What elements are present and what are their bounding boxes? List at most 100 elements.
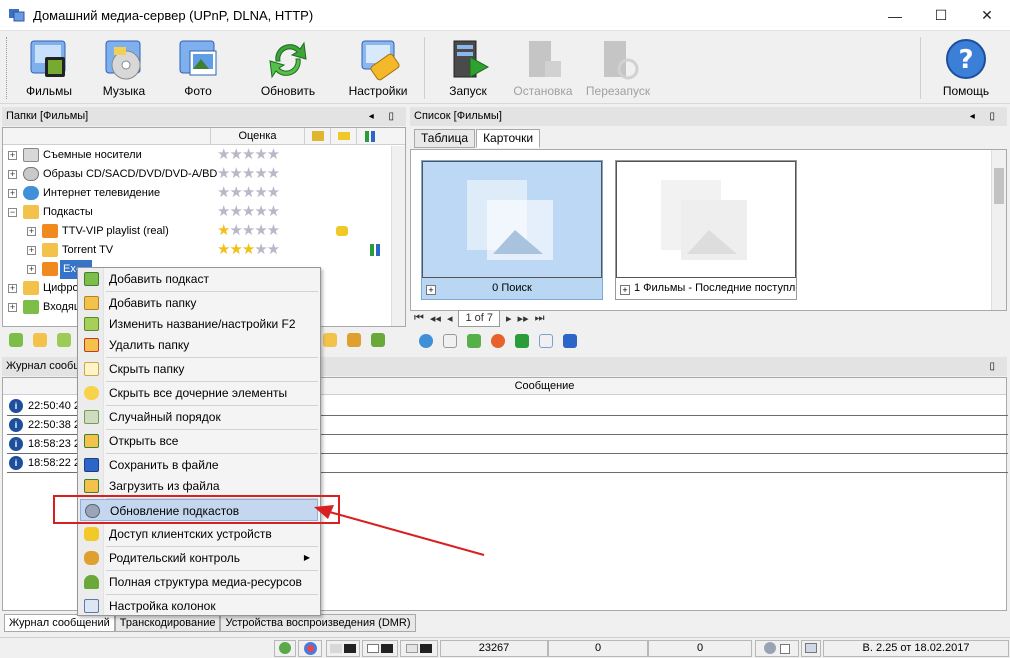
annotation-highlight-box xyxy=(53,495,340,524)
stop-icon xyxy=(521,37,565,81)
add-icon[interactable] xyxy=(9,333,23,347)
menu-item-hide-folder[interactable]: Скрыть папку xyxy=(80,358,318,380)
menu-item-media-structure[interactable]: Полная структура медиа-ресурсов xyxy=(80,571,318,593)
color-wheel-icon[interactable] xyxy=(298,640,322,657)
maximize-button[interactable]: ☐ xyxy=(918,0,964,31)
rating-stars[interactable]: ★★★★★ xyxy=(217,165,280,183)
menu-item-save-file[interactable]: Сохранить в файле xyxy=(80,454,318,476)
menu-item-delete-folder[interactable]: Удалить папку xyxy=(80,334,318,356)
column-icon-sort[interactable] xyxy=(356,128,382,145)
pager-first-button[interactable]: ⏮ xyxy=(414,312,424,325)
menu-item-rename[interactable]: Изменить название/настройки F2 xyxy=(80,313,318,335)
removable-drive-icon xyxy=(23,148,39,162)
expand-icon[interactable]: + xyxy=(27,246,36,255)
folder-context-menu: Добавить подкаст Добавить папку Изменить… xyxy=(77,267,321,616)
tab-table[interactable]: Таблица xyxy=(414,129,476,148)
menu-item-hide-children[interactable]: Скрыть все дочерние элементы xyxy=(80,382,318,404)
tree-item-images[interactable]: + Образы CD/SACD/DVD/DVD-A/BD ★★★★★ xyxy=(3,165,408,184)
pager-forward-fast-button[interactable]: ▸▸ xyxy=(518,312,529,325)
settings-icon xyxy=(356,37,400,81)
palm-icon[interactable] xyxy=(371,333,385,347)
expand-icon[interactable]: + xyxy=(8,151,17,160)
settings-button[interactable]: Настройки xyxy=(340,35,416,101)
card-films[interactable]: + 1 Фильмы - Последние поступле xyxy=(615,160,797,300)
sort-icon[interactable] xyxy=(515,334,529,348)
panel-pin-icon[interactable]: ◂ ▯ xyxy=(970,107,1007,126)
pager-back-fast-button[interactable]: ◂◂ xyxy=(430,312,441,325)
add-podcast-icon xyxy=(84,272,99,286)
expand-icon[interactable]: + xyxy=(27,265,36,274)
user-icon[interactable] xyxy=(755,640,799,657)
tab-cards[interactable]: Карточки xyxy=(476,129,541,148)
start-button[interactable]: Запуск xyxy=(430,35,506,101)
toolbar-grip[interactable] xyxy=(6,37,9,99)
indicator-grey xyxy=(400,640,438,657)
rating-stars[interactable]: ★★★★★ xyxy=(217,203,280,221)
burst-icon[interactable] xyxy=(491,334,505,348)
svg-text:?: ? xyxy=(958,45,973,75)
users-icon[interactable] xyxy=(347,333,361,347)
folders-scrollbar[interactable] xyxy=(391,146,405,326)
refresh-label: Обновить xyxy=(260,84,316,98)
rating-stars[interactable]: ★★★★★ xyxy=(217,241,280,259)
menu-item-load-file[interactable]: Загрузить из файла xyxy=(80,475,318,497)
pager-prev-button[interactable]: ◂ xyxy=(447,312,453,325)
menu-item-open-all[interactable]: Открыть все xyxy=(80,430,318,452)
panel-pin-icon[interactable]: ▯ xyxy=(989,357,1007,376)
edit-icon[interactable] xyxy=(57,333,71,347)
network-icon[interactable] xyxy=(274,640,296,657)
stop-button[interactable]: Остановка xyxy=(505,35,581,101)
tree-item-removable[interactable]: + Съемные носители ★★★★★ xyxy=(3,146,408,165)
list-icon[interactable] xyxy=(539,334,553,348)
tree-item-internet-tv[interactable]: + Интернет телевидение ★★★★★ xyxy=(3,184,408,203)
info-icon: i xyxy=(9,437,23,451)
folder-icon xyxy=(23,281,39,295)
expand-icon[interactable]: + xyxy=(8,189,17,198)
pager-last-button[interactable]: ⏭ xyxy=(535,312,545,325)
refresh-icon[interactable] xyxy=(467,334,481,348)
pager-next-button[interactable]: ▸ xyxy=(506,312,512,325)
save-icon[interactable] xyxy=(563,334,577,348)
restart-button[interactable]: Перезапуск xyxy=(580,35,656,101)
menu-item-client-access[interactable]: Доступ клиентских устройств xyxy=(80,523,318,545)
rating-stars[interactable]: ★★★★★ xyxy=(217,146,280,164)
scrollbar-thumb[interactable] xyxy=(994,168,1004,204)
menu-item-columns[interactable]: Настройка колонок xyxy=(80,595,318,617)
edit-icon[interactable] xyxy=(443,334,457,348)
refresh-button[interactable]: Обновить xyxy=(250,35,326,101)
tree-item-torrent-tv[interactable]: + Torrent TV ★★★★★ xyxy=(3,241,408,260)
load-file-icon xyxy=(84,479,99,493)
window-icon[interactable] xyxy=(801,640,821,657)
minimize-button[interactable]: — xyxy=(872,0,918,31)
photo-button[interactable]: Фото xyxy=(160,35,236,101)
card-search[interactable]: + 0 Поиск xyxy=(421,160,603,300)
help-button[interactable]: ? Помощь xyxy=(928,35,1004,101)
music-button[interactable]: Музыка xyxy=(86,35,162,101)
expand-icon[interactable]: + xyxy=(27,227,36,236)
menu-item-add-folder[interactable]: Добавить папку xyxy=(80,292,318,314)
close-button[interactable]: ✕ xyxy=(964,0,1010,31)
hide-folder-icon xyxy=(84,362,99,376)
panel-pin-icon[interactable]: ◂ ▯ xyxy=(369,107,406,126)
rating-stars[interactable]: ★★★★★ xyxy=(217,222,280,240)
menu-item-add-podcast[interactable]: Добавить подкаст xyxy=(80,268,318,290)
add-folder-icon[interactable] xyxy=(33,333,47,347)
column-icon-group[interactable] xyxy=(304,128,330,145)
expand-icon[interactable]: + xyxy=(8,284,17,293)
globe-add-icon[interactable] xyxy=(419,334,433,348)
column-icon-key[interactable] xyxy=(330,128,356,145)
rating-column[interactable]: Оценка xyxy=(210,128,304,145)
rating-stars[interactable]: ★★★★★ xyxy=(217,184,280,202)
tree-item-ttv[interactable]: + TTV-VIP playlist (real) ★★★★★ xyxy=(3,222,408,241)
key-icon[interactable] xyxy=(323,333,337,347)
menu-item-random-order[interactable]: Случайный порядок xyxy=(80,406,318,428)
films-button[interactable]: Фильмы xyxy=(11,35,87,101)
menu-item-parental-control[interactable]: Родительский контроль ▶ xyxy=(80,547,318,569)
expand-icon[interactable]: + xyxy=(8,303,17,312)
collapse-icon[interactable]: − xyxy=(8,208,17,217)
rss-icon xyxy=(42,224,58,238)
cards-scrollbar[interactable] xyxy=(991,150,1006,310)
main-toolbar: Фильмы Музыка Фото Обновить Настройки За… xyxy=(0,31,1010,104)
expand-icon[interactable]: + xyxy=(8,170,17,179)
tree-item-podcasts[interactable]: − Подкасты ★★★★★ xyxy=(3,203,408,222)
